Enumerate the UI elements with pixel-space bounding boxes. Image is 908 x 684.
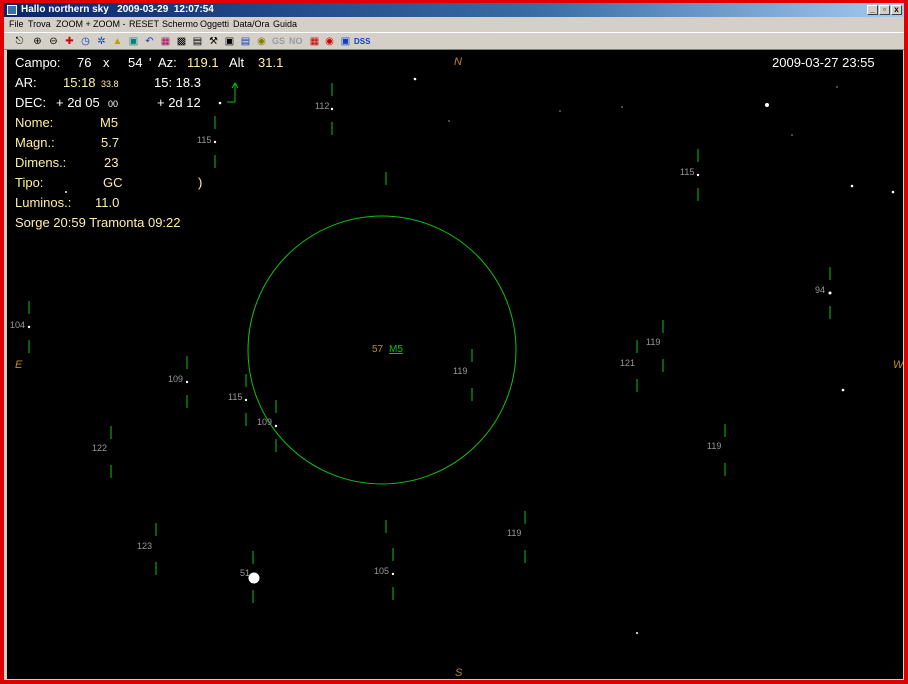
app-icon[interactable] [7,5,17,15]
menu-oggetti[interactable]: Oggetti [200,17,229,32]
toolbar: ⎋ ⊕ ⊖ ✚ ◷ ✲ ▲ ▣ ↶ ▦ ▩ ▤ ⚒ ▣ ▤ ◉ GS NO ▦ … [4,32,904,50]
star-label: 105 [374,566,390,576]
field-height: 54 [128,55,143,70]
photo-icon[interactable]: ▣ [223,35,236,48]
compass-east: E [15,359,23,371]
dec-label: DEC: [15,95,47,110]
calendar-icon[interactable]: ▤ [239,35,252,48]
ra-current: 15: 18.3 [154,75,201,90]
rise-set-times: Sorge 20:59 Tramonta 09:22 [15,215,181,230]
dec-seconds: 00 [108,99,119,109]
dec-current: + 2d 12 [157,95,201,110]
menu-reset[interactable]: RESET [129,17,159,32]
star-label: 115 [680,167,695,177]
binoculars-icon[interactable]: ⎋ [13,35,26,48]
palette-icon[interactable]: ◉ [323,35,336,48]
type-value: GC [103,175,123,190]
sky-chart[interactable]: Campo: 76 x 54 ' Az: 119.1 Alt 31.1 2009… [7,50,903,679]
dec-value: + 2d 05 [56,95,100,110]
star-label: 51 [240,568,251,578]
az-label: Az: [158,55,177,70]
alt-value: 31.1 [258,55,284,70]
star-label: 119 [707,441,722,451]
alt-label: Alt [229,55,245,70]
menu-data-ora[interactable]: Data/Ora [233,17,270,32]
star-label: 119 [646,337,661,347]
telescope-icon[interactable]: ▣ [127,35,140,48]
north-arrow-icon [227,82,239,103]
title-bar[interactable]: Hallo northern sky 2009-03-29 12:07:54 _… [4,3,904,17]
compass-west: W [893,359,903,371]
ra-label: AR: [15,75,37,90]
compass-south: S [455,667,463,679]
zoom-in-icon[interactable]: ⊕ [31,35,44,48]
save-icon[interactable]: ▩ [175,35,188,48]
field-unit: ' [149,55,152,70]
globe-icon[interactable]: ◉ [255,35,268,48]
camera-icon[interactable]: ▣ [339,35,352,48]
no-toggle[interactable]: NO [289,35,303,48]
dimension-value: 23 [104,155,119,170]
star-label: 109 [257,417,273,427]
star-label: 109 [168,374,184,384]
window-title: Hallo northern sky 2009-03-29 12:07:54 [21,4,214,15]
clock-icon[interactable]: ◷ [79,35,92,48]
dss-button[interactable]: DSS [354,35,370,48]
undo-icon[interactable]: ↶ [143,35,156,48]
grid-icon[interactable]: ▦ [308,35,321,48]
az-value: 119.1 [187,55,219,70]
type-label: Tipo: [15,175,44,190]
magnitude-label: Magn.: [15,135,55,150]
menu-zoom-out[interactable]: ZOOM - [93,17,126,32]
tools-icon[interactable]: ⚒ [207,35,220,48]
ra-value: 15:18 [63,75,96,90]
minimize-button[interactable]: _ [867,5,878,15]
magnitude-value: 5.7 [101,135,120,150]
field-times: x [103,55,110,70]
field-label: Campo: [15,55,61,70]
luminosity-value: 11.0 [95,195,120,210]
print-icon[interactable]: ▤ [191,35,204,48]
type-extra: ) [198,175,203,190]
menu-guida[interactable]: Guida [273,17,297,32]
star-label: 119 [507,528,522,538]
star-label: 122 [92,443,108,453]
runner-icon[interactable]: ✲ [95,35,108,48]
menu-file[interactable]: File [9,17,24,32]
app-window: Hallo northern sky 2009-03-29 12:07:54 _… [4,3,904,680]
menu-zoom-in[interactable]: ZOOM + [56,17,91,32]
book-icon[interactable]: ▦ [159,35,172,48]
star-label: 104 [10,320,26,330]
sky-graphics [27,77,895,634]
cross-icon[interactable]: ✚ [63,35,76,48]
menu-bar: File Trova ZOOM + ZOOM - RESET Schermo O… [4,17,904,32]
restore-button[interactable]: ▫ [879,5,890,15]
name-value: M5 [100,115,119,130]
menu-schermo[interactable]: Schermo [162,17,198,32]
bell-icon[interactable]: ▲ [111,35,124,48]
star-label: 112 [315,101,330,111]
star-label: 119 [453,366,468,376]
zoom-out-icon[interactable]: ⊖ [47,35,60,48]
target-magnitude: 57 [372,344,384,355]
star-label: 123 [137,541,153,551]
ra-seconds: 33.8 [101,79,119,89]
name-label: Nome: [15,115,54,130]
datetime-display: 2009-03-27 23:55 [772,55,875,70]
target-name[interactable]: M5 [389,344,403,355]
star-markers [28,83,831,603]
stars [27,77,895,634]
compass-north: N [454,56,462,68]
field-width: 76 [77,55,92,70]
luminosity-label: Luminos.: [15,195,72,210]
star-label: 115 [228,392,243,402]
star-label: 121 [620,358,636,368]
close-button[interactable]: x [891,5,902,15]
menu-trova[interactable]: Trova [28,17,51,32]
gs-toggle[interactable]: GS [272,35,285,48]
star-label: 115 [197,135,212,145]
star-label: 94 [815,285,826,295]
dimension-label: Dimens.: [15,155,67,170]
